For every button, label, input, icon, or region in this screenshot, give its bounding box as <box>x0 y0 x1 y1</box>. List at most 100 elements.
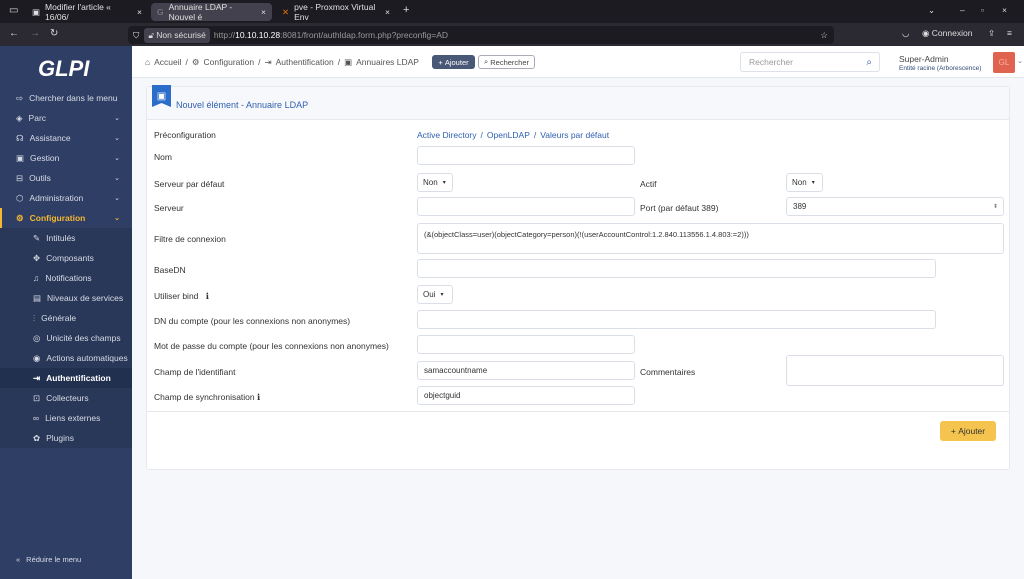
port-input[interactable]: 389 ⬍ <box>786 197 1004 216</box>
back-button[interactable]: ← <box>9 28 19 39</box>
sidebar-item-composants[interactable]: ✥ Composants <box>0 248 132 268</box>
avatar[interactable]: GL <box>993 52 1015 73</box>
caret-down-icon: ▾ <box>440 292 444 298</box>
spinner-icon[interactable]: ⬍ <box>993 203 998 210</box>
new-tab-button[interactable]: + <box>403 4 409 16</box>
account-button[interactable]: ◉ Connexion <box>922 28 972 39</box>
entity-name[interactable]: Entité racine (Arborescence) <box>899 65 981 72</box>
address-book-icon: ▣ <box>344 57 353 67</box>
sync-field-input[interactable]: objectguid <box>417 386 635 405</box>
chevron-down-icon: ⌄ <box>114 215 120 222</box>
sidebar-item-outils[interactable]: ⊟ Outils ⌄ <box>0 168 132 188</box>
actif-select[interactable]: Non ▾ <box>786 173 823 192</box>
submit-add-button[interactable]: + Ajouter <box>940 421 996 441</box>
login-icon: ⇥ <box>264 57 272 67</box>
close-icon[interactable]: × <box>261 7 266 17</box>
close-window-button[interactable]: × <box>1002 5 1007 15</box>
browser-tab-active[interactable]: G Annuaire LDAP - Nouvel é × <box>151 2 272 22</box>
sidebar-item-collecteurs[interactable]: ⊡ Collecteurs <box>0 388 132 408</box>
breadcrumb-authentification[interactable]: Authentification <box>276 57 334 68</box>
close-icon[interactable]: × <box>385 7 390 17</box>
arrow-icon: ⇨ <box>16 92 24 103</box>
user-name[interactable]: Super-Admin <box>899 54 949 64</box>
info-icon[interactable]: ℹ <box>257 392 260 402</box>
browser-toolbar: ← → ↻ ⛉ 🔓︎ Non sécurisé http://10.10.10.… <box>0 23 1024 46</box>
fingerprint-icon: ◎ <box>33 332 41 343</box>
search-button[interactable]: ⌕ Rechercher <box>478 55 535 69</box>
browser-tab[interactable]: ▣ Modifier l'article « 16/06/× <box>26 2 148 22</box>
double-chevron-left-icon: « <box>16 554 21 564</box>
breadcrumb-accueil[interactable]: Accueil <box>154 57 181 68</box>
bind-label: Utiliser bind ℹ <box>154 291 210 301</box>
glpi-icon: G <box>157 7 164 17</box>
briefcase-icon: ⊟ <box>16 172 24 183</box>
pocket-icon[interactable]: ◡ <box>902 28 909 39</box>
reload-button[interactable]: ↻ <box>50 28 58 39</box>
chevron-down-icon: ⌄ <box>114 135 120 142</box>
sidebar-item-unicite[interactable]: ◎ Unicité des champs <box>0 328 132 348</box>
nom-input[interactable] <box>417 146 635 165</box>
dn-input[interactable] <box>417 310 936 329</box>
basedn-input[interactable] <box>417 259 936 278</box>
minimize-button[interactable]: – <box>960 5 965 15</box>
sidebar-item-administration[interactable]: ⬡ Administration ⌄ <box>0 188 132 208</box>
sidebar-item-plugins[interactable]: ✿ Plugins <box>0 428 132 448</box>
basedn-label: BaseDN <box>154 265 186 275</box>
preconfig-defaults[interactable]: Valeurs par défaut <box>540 130 609 140</box>
sidebar-item-liens[interactable]: ∞ Liens externes <box>0 408 132 428</box>
search-icon[interactable]: ⌕ <box>866 57 872 68</box>
form-card: ▣ Nouvel élément - Annuaire LDAP Préconf… <box>146 85 1010 470</box>
global-search-input[interactable]: Rechercher ⌕ <box>740 52 880 72</box>
tab-overview-icon[interactable]: ▭ <box>9 5 18 16</box>
server-label: Serveur <box>154 203 184 213</box>
preconfig-openldap[interactable]: OpenLDAP <box>487 130 530 140</box>
divider <box>147 411 1009 412</box>
preconfig-active-directory[interactable]: Active Directory <box>417 130 477 140</box>
menu-search[interactable]: ⇨ Chercher dans le menu <box>0 88 132 108</box>
sidebar-item-parc[interactable]: ◈ Parc ⌄ <box>0 108 132 128</box>
server-input[interactable] <box>417 197 635 216</box>
sidebar-item-authentification[interactable]: ⇥ Authentification <box>0 368 132 388</box>
chevron-down-icon: ⌄ <box>114 175 120 182</box>
sidebar-item-notifications[interactable]: ♫ Notifications <box>0 268 132 288</box>
sidebar-item-assistance[interactable]: ☊ Assistance ⌄ <box>0 128 132 148</box>
form-title: Nouvel élément - Annuaire LDAP <box>176 100 309 110</box>
nom-label: Nom <box>154 152 172 162</box>
glpi-logo[interactable]: GLPI <box>38 56 89 82</box>
comments-textarea[interactable] <box>786 355 1004 386</box>
password-label: Mot de passe du compte (pour les connexi… <box>154 341 389 351</box>
sidebar-item-gestion[interactable]: ▣ Gestion ⌄ <box>0 148 132 168</box>
sidebar-item-configuration[interactable]: ⚙ Configuration ⌄ <box>0 208 132 228</box>
actif-label: Actif <box>640 179 657 189</box>
bind-select[interactable]: Oui ▾ <box>417 285 453 304</box>
collapse-menu-button[interactable]: «Réduire le menu <box>0 549 132 569</box>
default-server-select[interactable]: Non ▾ <box>417 173 453 192</box>
password-input[interactable] <box>417 335 635 354</box>
chevron-down-icon: ⌄ <box>114 155 120 162</box>
forward-button[interactable]: → <box>30 28 40 39</box>
close-icon[interactable]: × <box>137 7 142 17</box>
preconfig-links: Active Directory / OpenLDAP / Valeurs par … <box>417 130 610 140</box>
url-bar[interactable]: ⛉ 🔓︎ Non sécurisé http://10.10.10.28:808… <box>128 26 834 44</box>
breadcrumb-annuaires[interactable]: Annuaires LDAP <box>356 57 419 68</box>
info-icon[interactable]: ℹ <box>206 291 209 301</box>
sidebar-item-generale[interactable]: ⫶ Générale <box>0 308 132 328</box>
sidebar: GLPI ⇨ Chercher dans le menu ◈ Parc ⌄ ☊ Assi… <box>0 46 132 579</box>
breadcrumb-configuration[interactable]: Configuration <box>204 57 255 68</box>
maximize-button[interactable]: ▫ <box>981 5 984 15</box>
chevron-down-icon[interactable]: ⌄ <box>1017 57 1023 65</box>
sidebar-item-intitules[interactable]: ✎ Intitulés <box>0 228 132 248</box>
extensions-icon[interactable]: ⇪ <box>988 28 995 39</box>
add-button[interactable]: + Ajouter <box>432 55 475 69</box>
port-label: Port (par défaut 389) <box>640 203 719 213</box>
security-badge[interactable]: 🔓︎ Non sécurisé <box>144 27 210 43</box>
menu-icon[interactable]: ≡ <box>1007 28 1012 38</box>
tab-list-icon[interactable]: ⌄ <box>928 5 935 16</box>
browser-tab[interactable]: ✕ pve - Proxmox Virtual Env × <box>276 2 396 22</box>
filter-textarea[interactable]: (&(objectClass=user)(objectCategory=pers… <box>417 223 1004 254</box>
sidebar-item-niveaux[interactable]: ▤ Niveaux de services <box>0 288 132 308</box>
sidebar-item-actions[interactable]: ◉ Actions automatiques <box>0 348 132 368</box>
caret-down-icon: ▾ <box>811 180 815 186</box>
login-field-input[interactable]: samaccountname <box>417 361 635 380</box>
bookmark-star-icon[interactable]: ☆ <box>820 30 828 41</box>
